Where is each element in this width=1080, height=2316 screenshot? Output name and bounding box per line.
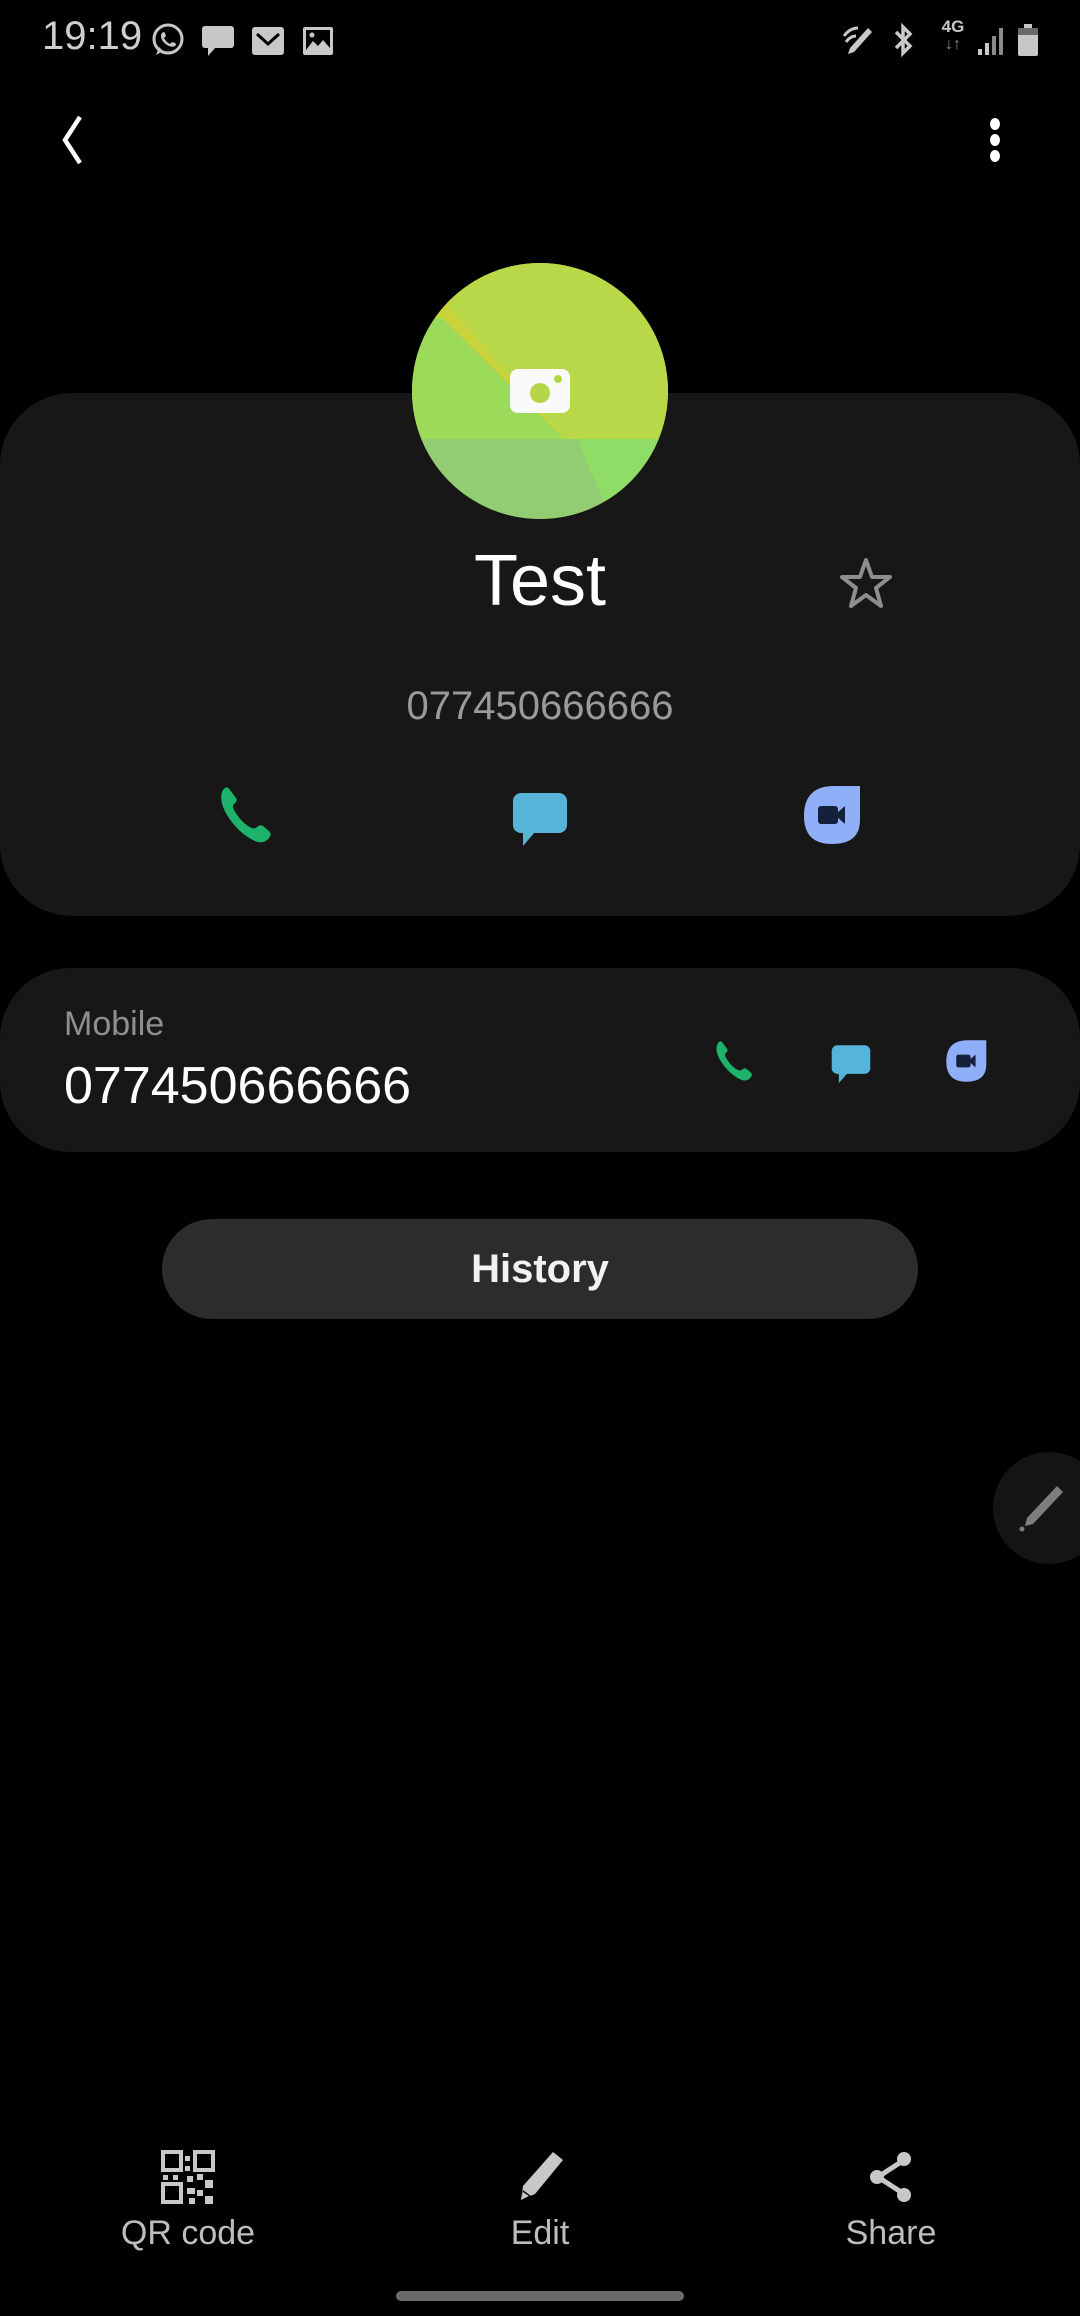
battery-icon [1018,24,1038,56]
mobile-video-call-button[interactable] [942,1035,992,1087]
number-value: 077450666666 [64,1057,412,1115]
qr-code-button[interactable]: QR code [68,2150,308,2253]
floating-edit-button[interactable] [993,1452,1080,1564]
qr-code-icon [161,2150,215,2204]
edit-button[interactable]: Edit [420,2150,660,2253]
4g-data-icon: 4G ↓↑ [938,18,968,58]
phone-icon [221,787,271,843]
pencil-icon [521,2152,563,2202]
share-button[interactable]: Share [771,2150,1011,2253]
signal-icon [978,28,1003,55]
contact-avatar[interactable] [412,263,668,519]
contact-name: Test [473,541,607,621]
star-icon [840,558,892,608]
number-type-label: Mobile [64,1005,165,1043]
video-call-icon [804,786,860,844]
phone-icon [716,1041,752,1081]
message-icon [513,793,567,846]
s-pen-icon [842,26,872,54]
share-label: Share [845,2214,937,2252]
mobile-message-button[interactable] [826,1035,876,1087]
chevron-left-icon [62,115,82,165]
data-arrows: ↓↑ [945,36,961,53]
network-type-label: 4G [941,17,965,36]
message-icon [202,26,234,56]
more-options-button[interactable] [970,105,1020,175]
message-button[interactable] [505,780,575,850]
video-call-button[interactable] [798,780,868,850]
call-button[interactable] [212,780,282,850]
share-icon [870,2152,911,2202]
back-button[interactable] [50,105,110,175]
history-button[interactable]: History [162,1219,918,1319]
pencil-icon [1019,1486,1063,1532]
qr-code-label: QR code [120,2214,256,2252]
mobile-call-button[interactable] [710,1035,760,1087]
bluetooth-icon [894,22,913,58]
whatsapp-icon [152,23,184,55]
contact-number: 077450666666 [406,684,674,728]
more-vertical-icon [990,118,1000,162]
edit-label: Edit [510,2214,570,2252]
favorite-button[interactable] [836,554,896,614]
status-time: 19:19 [42,14,143,58]
home-indicator[interactable] [396,2291,684,2301]
camera-icon [510,369,570,413]
video-call-icon [946,1040,987,1082]
gallery-icon [303,27,333,55]
email-icon [252,27,284,55]
message-icon [831,1045,871,1084]
